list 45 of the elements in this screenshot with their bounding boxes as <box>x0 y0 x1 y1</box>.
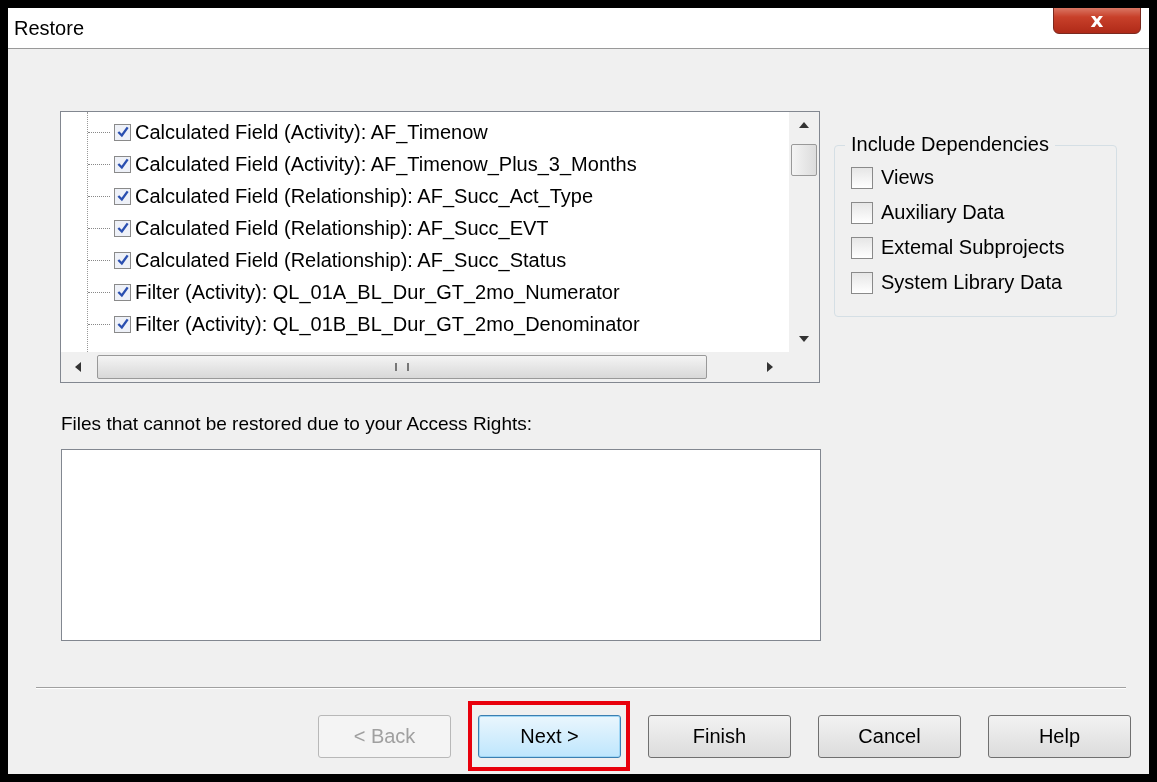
tree-item[interactable]: Calculated Field (Relationship): AF_Succ_Act_Type <box>135 184 593 208</box>
tree-connector <box>88 163 110 165</box>
scroll-thumb[interactable] <box>97 355 707 379</box>
group-title: Include Dependencies <box>845 133 1055 156</box>
tree-connector <box>88 323 110 325</box>
tree-item[interactable]: Calculated Field (Activity): AF_Timenow <box>135 120 488 144</box>
window-title: Restore <box>14 16 85 40</box>
scroll-up-icon[interactable] <box>799 122 809 128</box>
checkbox[interactable] <box>114 251 131 269</box>
list-label: Files that cannot be restored due to your Access Rights: <box>61 413 534 435</box>
checkbox[interactable] <box>851 236 873 259</box>
tree-item[interactable]: Filter (Activity): QL_01B_BL_Dur_GT_2mo_Denominator <box>135 312 640 336</box>
checkbox-label[interactable]: Auxiliary Data <box>881 201 1005 224</box>
tree-item[interactable]: Filter (Activity): QL_01A_BL_Dur_GT_2mo_Numerator <box>135 280 620 304</box>
checkbox[interactable] <box>114 187 131 205</box>
dialog-button[interactable]: Help <box>988 715 1131 758</box>
checkbox[interactable] <box>114 219 131 237</box>
checkbox[interactable] <box>851 271 873 294</box>
checkbox-label[interactable]: System Library Data <box>881 271 1063 294</box>
checkbox-label[interactable]: Extemal Subprojects <box>881 236 1065 259</box>
tree-connector <box>88 195 110 197</box>
horizontal-scrollbar[interactable] <box>61 352 819 382</box>
tree-connector <box>88 227 110 229</box>
checkbox[interactable] <box>114 155 131 173</box>
checkbox-label[interactable]: Views <box>881 166 934 189</box>
dialog-button[interactable]: Next > <box>478 715 621 758</box>
vertical-scrollbar[interactable] <box>789 112 819 352</box>
checkbox[interactable] <box>114 315 131 333</box>
tree-item[interactable]: Calculated Field (Activity): AF_Timenow_Plus_3_Months <box>135 152 637 176</box>
scroll-down-icon[interactable] <box>799 336 809 342</box>
tree-connector <box>88 131 110 133</box>
scroll-right-icon[interactable] <box>767 362 773 372</box>
checkbox[interactable] <box>114 283 131 301</box>
tree-item[interactable]: Calculated Field (Relationship): AF_Succ_EVT <box>135 216 549 240</box>
dialog-button[interactable]: Cancel <box>818 715 961 758</box>
tree-connector <box>88 259 110 261</box>
close-button[interactable]: x <box>1053 8 1141 34</box>
checkbox[interactable] <box>114 123 131 141</box>
scroll-left-icon[interactable] <box>75 362 81 372</box>
tree-connector <box>88 291 110 293</box>
scroll-thumb[interactable] <box>791 144 817 176</box>
checkbox[interactable] <box>851 201 873 224</box>
dialog-button[interactable]: Finish <box>648 715 791 758</box>
tree-item[interactable]: Calculated Field (Relationship): AF_Succ_Status <box>135 248 567 272</box>
checkbox[interactable] <box>851 166 873 189</box>
